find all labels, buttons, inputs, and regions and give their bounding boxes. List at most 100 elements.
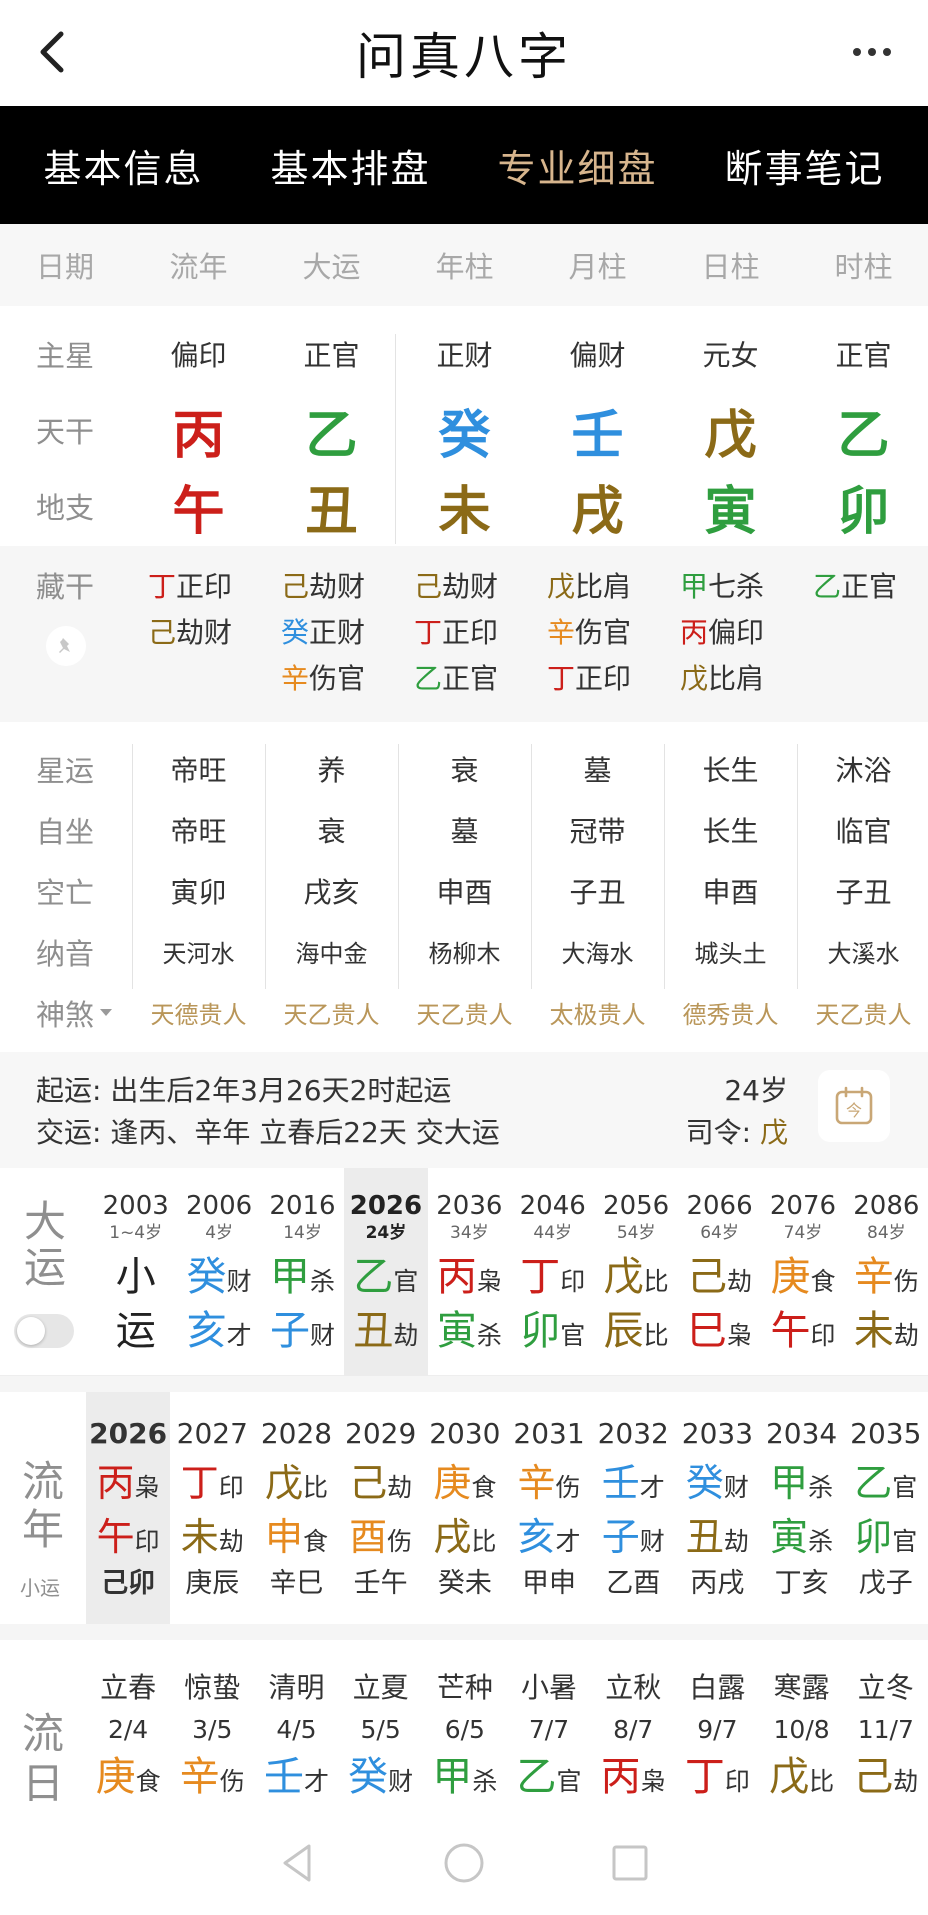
liuyue-column[interactable]: 白露 9/7 丁印 bbox=[675, 1640, 759, 1804]
tiangan-cell[interactable]: 乙 bbox=[797, 392, 928, 468]
section-gap bbox=[0, 1376, 928, 1392]
liunian-year: 2035 bbox=[850, 1417, 922, 1450]
liunian-column[interactable]: 2031 辛伤 亥才 甲申 bbox=[507, 1392, 591, 1624]
shishen-abbr: 杀 bbox=[472, 1767, 498, 1796]
dayun-column[interactable]: 2066 64岁 己劫 巳枭 bbox=[678, 1168, 761, 1376]
shensha-cell[interactable]: 天乙贵人 bbox=[265, 982, 398, 1043]
dayun-column[interactable]: 2046 44岁 丁印 卯官 bbox=[511, 1168, 594, 1376]
tiangan-cell[interactable]: 乙 bbox=[265, 392, 398, 468]
shishen-abbr: 印 bbox=[810, 1321, 836, 1350]
liunian-column[interactable]: 2029 己劫 酉伤 壬午 bbox=[339, 1392, 423, 1624]
dizhi-cell[interactable]: 丑 bbox=[265, 468, 398, 544]
shensha-cell[interactable]: 德秀贵人 bbox=[664, 982, 797, 1043]
liuyue-column[interactable]: 清明 4/5 壬才 bbox=[254, 1640, 338, 1804]
shensha-cell[interactable]: 太极贵人 bbox=[531, 982, 664, 1043]
liuyue-column[interactable]: 惊蛰 3/5 辛伤 bbox=[170, 1640, 254, 1804]
shensha-cell[interactable]: 天乙贵人 bbox=[797, 982, 928, 1043]
zhuxing-row: 主星 偏印 正官 正财 偏财 元女 正官 bbox=[0, 316, 928, 392]
xiaoyun-toggle[interactable] bbox=[14, 1314, 74, 1348]
dizhi-cell[interactable]: 戌 bbox=[531, 468, 664, 544]
pin-button[interactable] bbox=[46, 626, 86, 666]
ganzhi-line: 辰比 bbox=[604, 1304, 669, 1358]
liunian-year: 2033 bbox=[681, 1417, 754, 1450]
dayun-column[interactable]: 2086 84岁 辛伤 未劫 bbox=[845, 1168, 928, 1376]
ganzhi-line: 庚食 bbox=[433, 1456, 496, 1510]
dayun-column[interactable]: 2056 54岁 戊比 辰比 bbox=[594, 1168, 677, 1376]
canggan-shishen: 正印 bbox=[575, 662, 632, 695]
dizhi-cell[interactable]: 寅 bbox=[664, 468, 797, 544]
ganzhi-char: 丑 bbox=[685, 1515, 724, 1559]
tab-basic-chart[interactable]: 基本排盘 bbox=[270, 138, 430, 193]
dayun-column[interactable]: 2016 14岁 甲杀 子财 bbox=[261, 1168, 344, 1376]
nav-recents-icon[interactable] bbox=[607, 1840, 653, 1886]
liunian-column[interactable]: 2028 戊比 申食 辛巳 bbox=[254, 1392, 338, 1624]
dizhi-cell[interactable]: 未 bbox=[398, 468, 531, 544]
liuyue-column[interactable]: 立春 2/4 庚食 bbox=[86, 1640, 170, 1804]
jieqi-name: 清明 bbox=[268, 1671, 325, 1704]
ganzhi-char: 甲 bbox=[270, 1254, 310, 1300]
tiangan-cell[interactable]: 丙 bbox=[132, 392, 265, 468]
back-button[interactable] bbox=[22, 22, 82, 82]
xiaoyun-ganzhi: 甲申 bbox=[522, 1568, 577, 1599]
canggan-shishen: 偏印 bbox=[708, 616, 765, 649]
row-label: 自坐 bbox=[36, 814, 95, 849]
liunian-column[interactable]: 2033 癸财 丑劫 丙戌 bbox=[675, 1392, 759, 1624]
dayun-column[interactable]: 2006 4岁 癸财 亥才 bbox=[177, 1168, 260, 1376]
jieqi-date: 10/8 bbox=[773, 1715, 830, 1744]
shensha-toggle[interactable]: 神煞 bbox=[0, 982, 132, 1043]
liuyue-column[interactable]: 立秋 8/7 丙枭 bbox=[591, 1640, 675, 1804]
shishen-abbr: 食 bbox=[302, 1527, 328, 1556]
dizhi-cell[interactable]: 卯 bbox=[797, 468, 928, 544]
tab-notes[interactable]: 断事笔记 bbox=[724, 138, 884, 193]
zizuo-cell: 长生 bbox=[702, 814, 759, 848]
tiangan-cell[interactable]: 癸 bbox=[398, 392, 531, 468]
tiangan-cell[interactable]: 壬 bbox=[531, 392, 664, 468]
canggan-shishen: 伤官 bbox=[309, 662, 366, 695]
liuyue-column[interactable]: 立夏 5/5 癸财 bbox=[339, 1640, 423, 1804]
calendar-today-button[interactable]: 今 bbox=[818, 1070, 890, 1142]
liunian-year: 2026 bbox=[89, 1417, 168, 1450]
dayun-column[interactable]: 2036 34岁 丙枭 寅杀 bbox=[428, 1168, 511, 1376]
dayun-column[interactable]: 2003 1~4岁小运 bbox=[94, 1168, 177, 1376]
nav-home-icon[interactable] bbox=[441, 1840, 487, 1886]
xingyun-cell: 帝旺 bbox=[170, 753, 227, 787]
liuyue-column[interactable]: 芒种 6/5 甲杀 bbox=[423, 1640, 507, 1804]
tab-basic-info[interactable]: 基本信息 bbox=[43, 138, 203, 193]
dizhi-cell[interactable]: 午 bbox=[132, 468, 265, 544]
jieqi-name: 立夏 bbox=[352, 1671, 409, 1704]
shishen-abbr: 枭 bbox=[640, 1767, 666, 1796]
liunian-title: 年 bbox=[22, 1505, 65, 1554]
liuyue-column[interactable]: 寒露 10/8 戊比 bbox=[760, 1640, 844, 1804]
ganzhi-char: 丙 bbox=[600, 1754, 641, 1800]
shensha-cell[interactable]: 天乙贵人 bbox=[398, 982, 531, 1043]
liuyue-column[interactable]: 小暑 7/7 乙官 bbox=[507, 1640, 591, 1804]
ganzhi-line: 庚食 bbox=[770, 1250, 835, 1304]
dayun-age: 64岁 bbox=[700, 1223, 739, 1243]
ganzhi-line: 卯官 bbox=[854, 1510, 917, 1564]
liunian-column[interactable]: 2034 甲杀 寅杀 丁亥 bbox=[760, 1392, 844, 1624]
tab-professional-chart[interactable]: 专业细盘 bbox=[497, 138, 657, 193]
dayun-column[interactable]: 2076 74岁 庚食 午印 bbox=[761, 1168, 844, 1376]
liunian-year: 2028 bbox=[260, 1417, 333, 1450]
jieqi-date: 4/5 bbox=[276, 1715, 317, 1744]
shensha-cell[interactable]: 天德贵人 bbox=[132, 982, 265, 1043]
liunian-column[interactable]: 2030 庚食 戌比 癸未 bbox=[423, 1392, 507, 1624]
ganzhi-line: 癸财 bbox=[348, 1750, 413, 1804]
dayun-column[interactable]: 2026 24岁 乙官 丑劫 bbox=[344, 1168, 428, 1376]
more-menu-button[interactable] bbox=[842, 22, 902, 82]
canggan-shishen: 正印 bbox=[176, 570, 233, 603]
dayun-year: 2046 bbox=[519, 1191, 586, 1221]
canggan-shishen: 正官 bbox=[841, 570, 898, 603]
liunian-column[interactable]: 2027 丁印 未劫 庚辰 bbox=[170, 1392, 254, 1624]
nav-back-icon[interactable] bbox=[275, 1840, 321, 1886]
tiangan-cell[interactable]: 戊 bbox=[664, 392, 797, 468]
liuyue-column[interactable]: 立冬 11/7 己劫 bbox=[844, 1640, 928, 1804]
app-header: 问真八字 bbox=[0, 0, 928, 106]
liunian-column[interactable]: 2032 壬才 子财 乙酉 bbox=[591, 1392, 675, 1624]
ganzhi-line: 乙官 bbox=[353, 1250, 418, 1304]
qiyun-value: 出生后2年3月26天2时起运 bbox=[110, 1074, 452, 1107]
liunian-column[interactable]: 2035 乙官 卯官 戊子 bbox=[844, 1392, 928, 1624]
zizuo-cell: 冠带 bbox=[569, 814, 626, 848]
dayun-age: 4岁 bbox=[205, 1223, 234, 1243]
liunian-column[interactable]: 2026 丙枭 午印 己卯 bbox=[86, 1392, 171, 1624]
